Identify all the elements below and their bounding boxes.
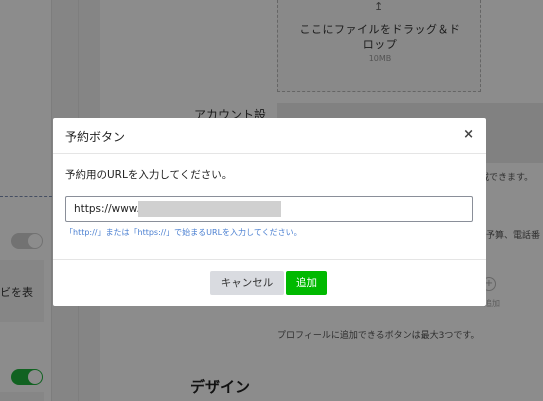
url-hint: 「http://」または「https://」で始まるURLを入力してください。 xyxy=(65,228,302,237)
url-input[interactable]: https://www. xyxy=(65,196,473,222)
dialog-description: 予約用のURLを入力してください。 xyxy=(65,169,233,181)
cancel-button[interactable]: キャンセル xyxy=(210,271,284,295)
reservation-button-dialog: 予約ボタン × 予約用のURLを入力してください。 https://www. 「… xyxy=(53,118,486,306)
dialog-header: 予約ボタン × xyxy=(53,118,486,154)
add-button[interactable]: 追加 xyxy=(286,271,327,295)
url-redacted-segment xyxy=(138,201,281,217)
url-input-value: https://www. xyxy=(74,203,140,215)
close-icon[interactable]: × xyxy=(463,127,474,142)
dialog-footer-divider xyxy=(53,259,486,260)
dialog-title: 予約ボタン xyxy=(65,130,126,144)
